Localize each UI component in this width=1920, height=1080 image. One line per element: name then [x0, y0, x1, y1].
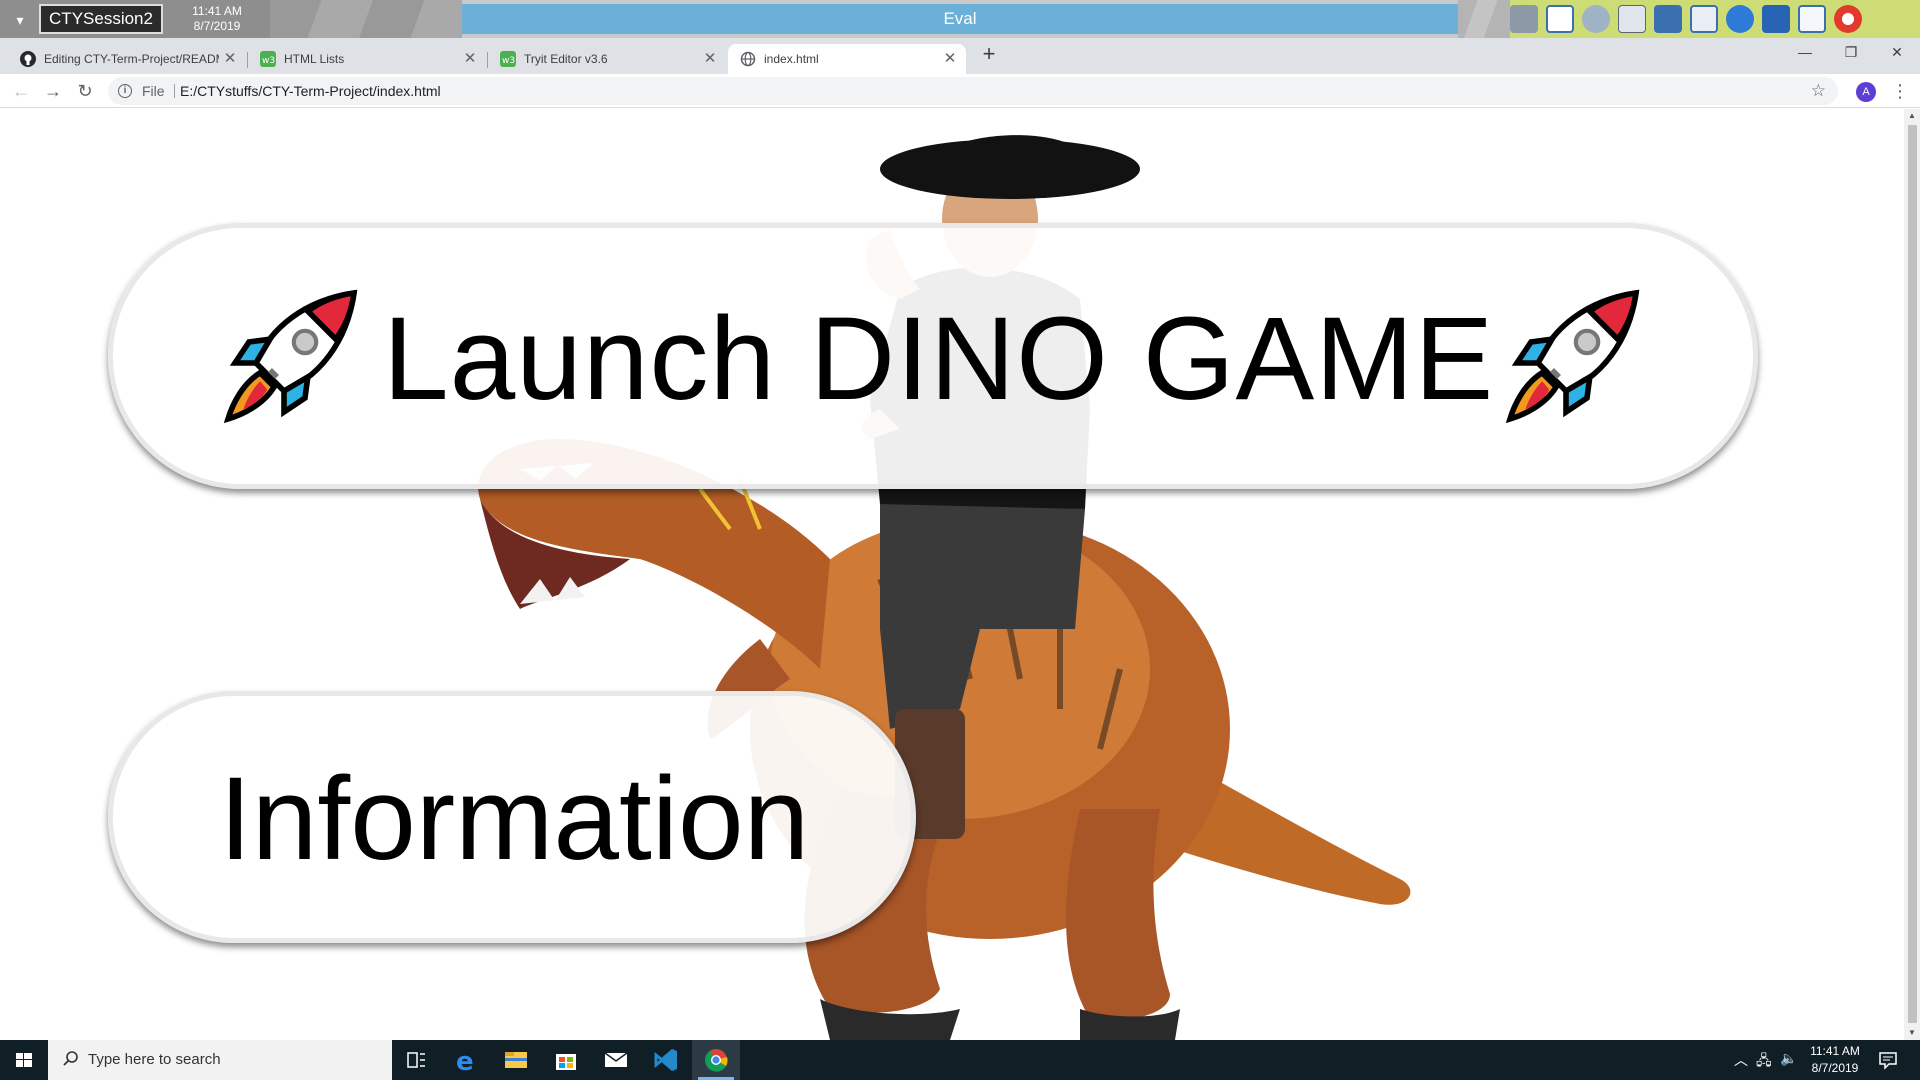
rocket-icon: [223, 289, 358, 424]
clock-time: 11:41 AM: [1810, 1044, 1860, 1058]
taskbar-clock[interactable]: 11:41 AM 8/7/2019: [1790, 1043, 1880, 1077]
reload-icon[interactable]: ↻: [72, 78, 98, 104]
tab-title: HTML Lists: [284, 52, 345, 66]
session-menu-chevron-icon[interactable]: ▾: [8, 9, 32, 31]
session-clock: 11:41 AM 8/7/2019: [172, 4, 262, 34]
browser-tabstrip: Editing CTY-Term-Project/READM ✕ w3 HTML…: [0, 38, 1920, 74]
lifebuoy-icon[interactable]: [1834, 5, 1862, 33]
notifications-icon[interactable]: [1876, 1048, 1900, 1072]
globe-icon: [740, 51, 756, 67]
close-window-icon[interactable]: ✕: [1874, 38, 1920, 66]
clock-date: 8/7/2019: [1811, 1061, 1859, 1075]
information-button-label: Information: [219, 753, 810, 885]
close-icon[interactable]: ✕: [942, 44, 958, 74]
line-chart-icon[interactable]: [1546, 5, 1574, 33]
tab-readme[interactable]: Editing CTY-Term-Project/READM ✕: [8, 44, 246, 74]
task-view-icon[interactable]: [392, 1040, 440, 1080]
close-icon[interactable]: ✕: [702, 44, 718, 74]
windows-taskbar: Type here to search e ︿ 🖧 🔈 11:41 AM 8/7…: [0, 1040, 1920, 1080]
file-explorer-icon[interactable]: [492, 1040, 540, 1080]
url-text[interactable]: E:/CTYstuffs/CTY-Term-Project/index.html: [180, 77, 441, 105]
session-time: 11:41 AM: [192, 4, 242, 18]
browser-toolbar: ← → ↻ i File E:/CTYstuffs/CTY-Term-Proje…: [0, 74, 1920, 108]
close-icon[interactable]: ✕: [222, 44, 238, 74]
svg-text:w3: w3: [502, 56, 515, 66]
mail-icon[interactable]: [592, 1040, 640, 1080]
windows-start-icon[interactable]: [0, 1040, 48, 1080]
calculator-icon[interactable]: [1510, 5, 1538, 33]
window-icon[interactable]: [1690, 5, 1718, 33]
session-date: 8/7/2019: [193, 19, 241, 33]
github-icon: [20, 51, 36, 67]
book-icon[interactable]: [1762, 5, 1790, 33]
bookmark-star-icon[interactable]: ☆: [1811, 77, 1826, 105]
disk-icon[interactable]: [1582, 5, 1610, 33]
tab-index-html[interactable]: index.html ✕: [728, 44, 966, 74]
launch-button-label: Launch DINO GAME: [383, 293, 1495, 425]
back-arrow-icon[interactable]: ←: [8, 78, 34, 104]
eval-title-bar[interactable]: Eval: [462, 4, 1458, 34]
close-icon[interactable]: ✕: [462, 44, 478, 74]
chrome-taskbar-button[interactable]: [692, 1040, 740, 1080]
address-bar[interactable]: i File E:/CTYstuffs/CTY-Term-Project/ind…: [108, 77, 1838, 105]
taskbar-search-box[interactable]: Type here to search: [48, 1040, 392, 1080]
tab-title: index.html: [764, 52, 819, 66]
url-scheme-label: File: [142, 83, 165, 99]
search-icon: [63, 1051, 78, 1066]
session-toolbar: [1510, 0, 1920, 38]
tab-title: Editing CTY-Term-Project/READM: [44, 52, 219, 66]
vscode-icon[interactable]: [642, 1040, 690, 1080]
page-scrollbar[interactable]: ▲ ▼: [1904, 109, 1920, 1040]
store-icon[interactable]: [542, 1040, 590, 1080]
w3schools-icon: w3: [500, 51, 516, 67]
scroll-up-icon[interactable]: ▲: [1904, 109, 1920, 123]
session-bar: ▾ CTYSession2 11:41 AM 8/7/2019 Eval: [0, 0, 1920, 38]
edge-icon[interactable]: e: [442, 1040, 490, 1080]
session-stripe-decoration-right: [1458, 0, 1510, 38]
keyboard-icon[interactable]: [1618, 5, 1646, 33]
tab-title: Tryit Editor v3.6: [524, 52, 608, 66]
rocket-icon: [1505, 289, 1640, 424]
printer-icon[interactable]: [1654, 5, 1682, 33]
tab-html-lists[interactable]: w3 HTML Lists ✕: [248, 44, 486, 74]
session-controls: ▾ CTYSession2 11:41 AM 8/7/2019: [0, 0, 462, 38]
page-viewport: Launch DINO GAME Information: [0, 109, 1904, 1040]
tray-chevron-up-icon[interactable]: ︿: [1734, 1050, 1748, 1070]
profile-avatar[interactable]: A: [1856, 82, 1876, 102]
new-tab-plus-icon[interactable]: +: [976, 41, 1002, 67]
browser-menu-icon[interactable]: ⋮: [1890, 78, 1910, 104]
session-name-button[interactable]: CTYSession2: [39, 4, 163, 34]
chrome-icon: [705, 1049, 728, 1072]
svg-text:e: e: [456, 1047, 474, 1077]
svg-text:w3: w3: [262, 56, 275, 66]
info-icon[interactable]: i: [118, 84, 132, 98]
screen: { "session": { "name": "CTYSession2", "t…: [0, 0, 1920, 1080]
session-stripe-decoration: [270, 0, 462, 38]
tab-tryit-editor[interactable]: w3 Tryit Editor v3.6 ✕: [488, 44, 726, 74]
minimize-icon[interactable]: —: [1782, 38, 1828, 66]
search-placeholder: Type here to search: [88, 1051, 221, 1068]
globe-icon[interactable]: [1726, 5, 1754, 33]
network-icon[interactable]: 🖧: [1756, 1050, 1772, 1074]
w3schools-icon: w3: [260, 51, 276, 67]
launch-dino-game-button[interactable]: Launch DINO GAME: [108, 223, 1758, 489]
url-separator: [174, 84, 175, 98]
chat-icon[interactable]: [1798, 5, 1826, 33]
forward-arrow-icon[interactable]: →: [40, 78, 66, 104]
scroll-thumb[interactable]: [1908, 125, 1917, 1023]
scroll-down-icon[interactable]: ▼: [1904, 1026, 1920, 1040]
restore-icon[interactable]: ❐: [1828, 38, 1874, 66]
information-button[interactable]: Information: [108, 691, 916, 943]
